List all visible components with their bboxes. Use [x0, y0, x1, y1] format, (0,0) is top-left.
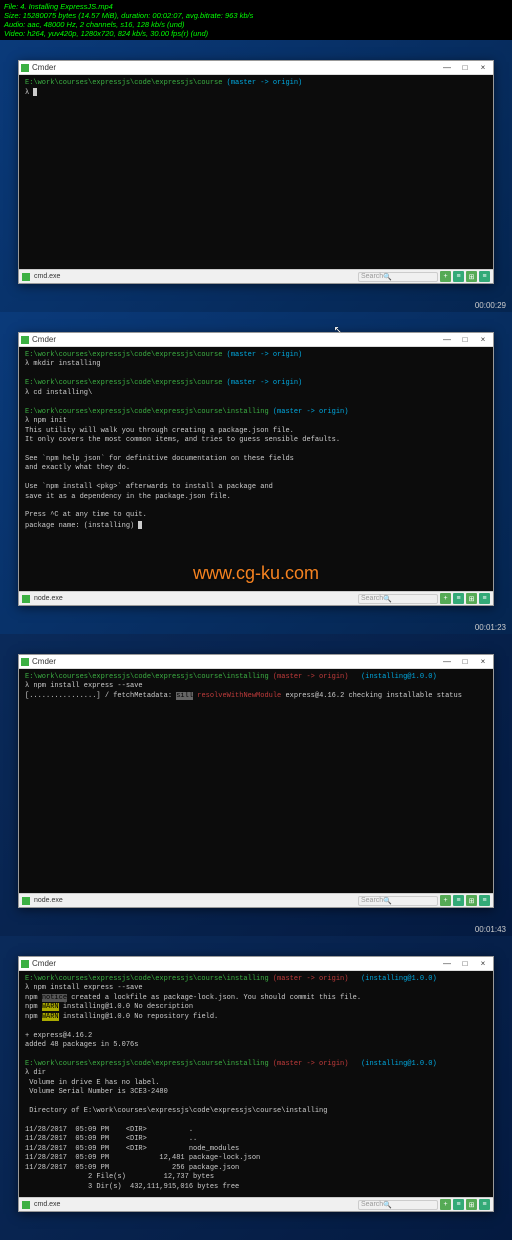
maximize-button[interactable]: □ [457, 62, 473, 74]
close-button[interactable]: × [475, 334, 491, 346]
status-icon-4[interactable]: ≡ [479, 1199, 490, 1210]
titlebar[interactable]: Cmder — □ × [19, 333, 493, 347]
status-bar: node.exe Search 🔍 + ≡ ⊞ ≡ [19, 893, 493, 907]
cursor [33, 88, 37, 96]
status-icon-2[interactable]: ≡ [453, 271, 464, 282]
task-name[interactable]: node.exe [34, 897, 356, 904]
status-icon-4[interactable]: ≡ [479, 895, 490, 906]
window-title: Cmder [32, 959, 439, 968]
status-bar: cmd.exe Search 🔍 + ≡ ⊞ ≡ [19, 269, 493, 283]
screenshot-2: ↖ Cmder — □ × E:\work\courses\expressjs\… [0, 312, 512, 634]
maximize-button[interactable]: □ [457, 334, 473, 346]
task-icon [22, 1201, 30, 1209]
status-icon-4[interactable]: ≡ [479, 271, 490, 282]
window-title: Cmder [32, 63, 439, 72]
cmder-icon [21, 336, 29, 344]
task-name[interactable]: cmd.exe [34, 1201, 356, 1208]
minimize-button[interactable]: — [439, 334, 455, 346]
search-input[interactable]: Search 🔍 [358, 896, 438, 906]
status-icon-2[interactable]: ≡ [453, 895, 464, 906]
terminal-output[interactable]: E:\work\courses\expressjs\code\expressjs… [19, 347, 493, 591]
status-bar: node.exe Search 🔍 + ≡ ⊞ ≡ [19, 591, 493, 605]
timestamp: 00:00:29 [475, 301, 506, 310]
cmder-window: Cmder — □ × E:\work\courses\expressjs\co… [18, 60, 494, 284]
close-button[interactable]: × [475, 958, 491, 970]
screenshot-4: Cmder — □ × E:\work\courses\expressjs\co… [0, 936, 512, 1240]
minimize-button[interactable]: — [439, 958, 455, 970]
timestamp: 00:01:23 [475, 623, 506, 632]
window-title: Cmder [32, 657, 439, 666]
status-icon-2[interactable]: ≡ [453, 593, 464, 604]
status-icon-1[interactable]: + [440, 271, 451, 282]
cmder-window: Cmder — □ × E:\work\courses\expressjs\co… [18, 654, 494, 908]
media-file: File: 4. Installing ExpressJS.mp4 [4, 2, 508, 11]
terminal-output[interactable]: E:\work\courses\expressjs\code\expressjs… [19, 669, 493, 893]
status-icon-3[interactable]: ⊞ [466, 593, 477, 604]
search-input[interactable]: Search 🔍 [358, 594, 438, 604]
task-name[interactable]: cmd.exe [34, 273, 356, 280]
timestamp: 00:01:43 [475, 925, 506, 934]
titlebar[interactable]: Cmder — □ × [19, 61, 493, 75]
maximize-button[interactable]: □ [457, 656, 473, 668]
cmder-icon [21, 64, 29, 72]
status-icon-3[interactable]: ⊞ [466, 895, 477, 906]
maximize-button[interactable]: □ [457, 958, 473, 970]
task-name[interactable]: node.exe [34, 595, 356, 602]
window-title: Cmder [32, 335, 439, 344]
titlebar[interactable]: Cmder — □ × [19, 655, 493, 669]
cursor [138, 521, 142, 529]
search-input[interactable]: Search 🔍 [358, 272, 438, 282]
status-icon-3[interactable]: ⊞ [466, 271, 477, 282]
status-icon-1[interactable]: + [440, 593, 451, 604]
watermark: www.cg-ku.com [193, 563, 319, 584]
minimize-button[interactable]: — [439, 62, 455, 74]
screenshot-3: Cmder — □ × E:\work\courses\expressjs\co… [0, 634, 512, 936]
titlebar[interactable]: Cmder — □ × [19, 957, 493, 971]
media-size: Size: 15280075 bytes (14.57 MiB), durati… [4, 11, 508, 20]
close-button[interactable]: × [475, 656, 491, 668]
media-audio: Audio: aac, 48000 Hz, 2 channels, s16, 1… [4, 20, 508, 29]
status-icon-4[interactable]: ≡ [479, 593, 490, 604]
task-icon [22, 897, 30, 905]
status-bar: cmd.exe Search 🔍 + ≡ ⊞ ≡ [19, 1197, 493, 1211]
status-icon-2[interactable]: ≡ [453, 1199, 464, 1210]
status-icon-3[interactable]: ⊞ [466, 1199, 477, 1210]
cmder-icon [21, 960, 29, 968]
mouse-cursor-icon: ↖ [334, 325, 342, 337]
cmder-window: Cmder — □ × E:\work\courses\expressjs\co… [18, 956, 494, 1212]
search-input[interactable]: Search 🔍 [358, 1200, 438, 1210]
task-icon [22, 273, 30, 281]
screenshot-1: Cmder — □ × E:\work\courses\expressjs\co… [0, 40, 512, 312]
media-info-header: File: 4. Installing ExpressJS.mp4 Size: … [0, 0, 512, 40]
task-icon [22, 595, 30, 603]
terminal-output[interactable]: E:\work\courses\expressjs\code\expressjs… [19, 971, 493, 1197]
status-icon-1[interactable]: + [440, 1199, 451, 1210]
minimize-button[interactable]: — [439, 656, 455, 668]
close-button[interactable]: × [475, 62, 491, 74]
terminal-output[interactable]: E:\work\courses\expressjs\code\expressjs… [19, 75, 493, 269]
cmder-icon [21, 658, 29, 666]
media-video: Video: h264, yuv420p, 1280x720, 824 kb/s… [4, 29, 508, 38]
status-icon-1[interactable]: + [440, 895, 451, 906]
